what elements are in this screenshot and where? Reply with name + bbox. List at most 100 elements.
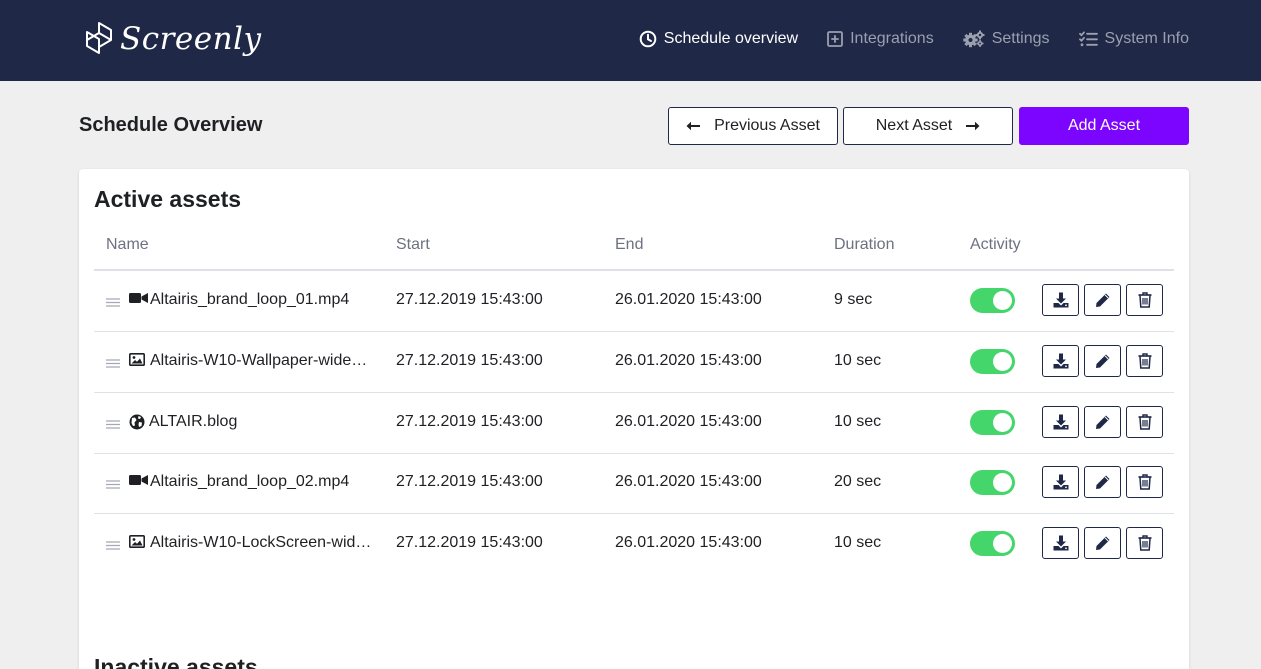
column-header-duration: Duration [834, 236, 895, 253]
download-button[interactable] [1042, 284, 1079, 316]
navbar: Screenly Schedule overview Integrations [0, 0, 1261, 81]
trash-icon [1138, 353, 1151, 369]
asset-name: Altairis_brand_loop_02.mp4 [150, 473, 350, 490]
image-icon [129, 535, 145, 548]
edit-button[interactable] [1084, 466, 1121, 498]
previous-asset-button[interactable]: Previous Asset [668, 107, 838, 145]
pencil-icon [1095, 354, 1109, 368]
pencil-icon [1095, 415, 1109, 429]
delete-button[interactable] [1126, 406, 1163, 438]
activity-toggle[interactable] [970, 410, 1015, 435]
inactive-assets-heading: Inactive assets [94, 654, 258, 669]
asset-duration: 10 sec [834, 352, 882, 369]
nav-item-schedule-overview[interactable]: Schedule overview [639, 30, 798, 48]
table-row: Altairis-W10-LockScreen-wid… 27.12.2019 … [94, 514, 1174, 575]
asset-name: ALTAIR.blog [149, 413, 238, 430]
pencil-icon [1095, 536, 1109, 550]
arrow-right-icon [966, 121, 980, 131]
nav-label: Integrations [850, 29, 934, 47]
trash-icon [1138, 414, 1151, 430]
plus-square-icon [827, 30, 843, 47]
brand-name: Screenly [120, 21, 262, 57]
add-asset-button[interactable]: Add Asset [1019, 107, 1189, 145]
asset-duration: 10 sec [834, 413, 882, 430]
edit-button[interactable] [1084, 345, 1121, 377]
gears-icon [963, 30, 985, 47]
main-nav: Schedule overview Integrations Settings … [610, 0, 1189, 77]
download-icon [1053, 535, 1068, 551]
column-header-start: Start [396, 236, 430, 253]
nav-label: Settings [991, 29, 1050, 47]
asset-name: Altairis-W10-Wallpaper-wide… [150, 352, 368, 369]
asset-duration: 20 sec [834, 473, 882, 490]
edit-button[interactable] [1084, 406, 1121, 438]
image-icon [129, 353, 145, 366]
download-button[interactable] [1042, 466, 1079, 498]
checklist-icon [1078, 30, 1098, 46]
trash-icon [1138, 474, 1151, 490]
asset-end: 26.01.2020 15:43:00 [615, 352, 762, 369]
edit-button[interactable] [1084, 284, 1121, 316]
pencil-icon [1095, 475, 1109, 489]
download-button[interactable] [1042, 406, 1079, 438]
activity-toggle[interactable] [970, 470, 1015, 495]
asset-end: 26.01.2020 15:43:00 [615, 413, 762, 430]
nav-item-integrations[interactable]: Integrations [827, 30, 934, 48]
table-row: ALTAIR.blog 27.12.2019 15:43:00 26.01.20… [94, 393, 1174, 454]
asset-end: 26.01.2020 15:43:00 [615, 534, 762, 551]
page-title: Schedule Overview [79, 114, 263, 136]
drag-handle-icon[interactable] [106, 359, 120, 368]
brand-logo[interactable]: Screenly [84, 17, 262, 61]
drag-handle-icon[interactable] [106, 298, 120, 307]
activity-toggle[interactable] [970, 531, 1015, 556]
toggle-knob [993, 413, 1012, 432]
column-header-name: Name [106, 236, 149, 253]
asset-start: 27.12.2019 15:43:00 [396, 413, 543, 430]
nav-label: Schedule overview [663, 29, 799, 47]
download-icon [1053, 353, 1068, 369]
drag-handle-icon[interactable] [106, 541, 120, 550]
download-icon [1053, 474, 1068, 490]
table-row: Altairis_brand_loop_01.mp4 27.12.2019 15… [94, 271, 1174, 332]
delete-button[interactable] [1126, 466, 1163, 498]
asset-end: 26.01.2020 15:43:00 [615, 473, 762, 490]
delete-button[interactable] [1126, 527, 1163, 559]
asset-duration: 10 sec [834, 534, 882, 551]
asset-name: Altairis_brand_loop_01.mp4 [150, 291, 350, 308]
next-asset-button[interactable]: Next Asset [843, 107, 1013, 145]
video-icon [129, 292, 148, 304]
asset-start: 27.12.2019 15:43:00 [396, 473, 543, 490]
trash-icon [1138, 292, 1151, 308]
add-asset-label: Add Asset [1067, 117, 1141, 134]
toggle-knob [993, 291, 1012, 310]
screenly-logo-icon [86, 22, 112, 54]
drag-handle-icon[interactable] [106, 420, 120, 429]
next-asset-label: Next Asset [875, 117, 953, 134]
nav-label: System Info [1104, 29, 1189, 47]
download-button[interactable] [1042, 345, 1079, 377]
delete-button[interactable] [1126, 284, 1163, 316]
previous-asset-label: Previous Asset [714, 117, 820, 134]
asset-start: 27.12.2019 15:43:00 [396, 534, 543, 551]
clock-icon [639, 30, 657, 47]
nav-item-settings[interactable]: Settings [963, 30, 1050, 48]
download-button[interactable] [1042, 527, 1079, 559]
drag-handle-icon[interactable] [106, 480, 120, 489]
assets-card: Active assets Name Start End Duration Ac… [79, 169, 1189, 669]
table-row: Altairis_brand_loop_02.mp4 27.12.2019 15… [94, 453, 1174, 514]
delete-button[interactable] [1126, 345, 1163, 377]
asset-start: 27.12.2019 15:43:00 [396, 291, 543, 308]
video-icon [129, 474, 148, 486]
activity-toggle[interactable] [970, 349, 1015, 374]
download-icon [1053, 292, 1068, 308]
pencil-icon [1095, 293, 1109, 307]
activity-toggle[interactable] [970, 288, 1015, 313]
asset-duration: 9 sec [834, 291, 873, 308]
asset-start: 27.12.2019 15:43:00 [396, 352, 543, 369]
asset-end: 26.01.2020 15:43:00 [615, 291, 762, 308]
toggle-knob [993, 473, 1012, 492]
table-row: Altairis-W10-Wallpaper-wide… 27.12.2019 … [94, 332, 1174, 393]
nav-item-system-info[interactable]: System Info [1078, 29, 1189, 48]
edit-button[interactable] [1084, 527, 1121, 559]
arrow-left-icon [686, 121, 701, 131]
